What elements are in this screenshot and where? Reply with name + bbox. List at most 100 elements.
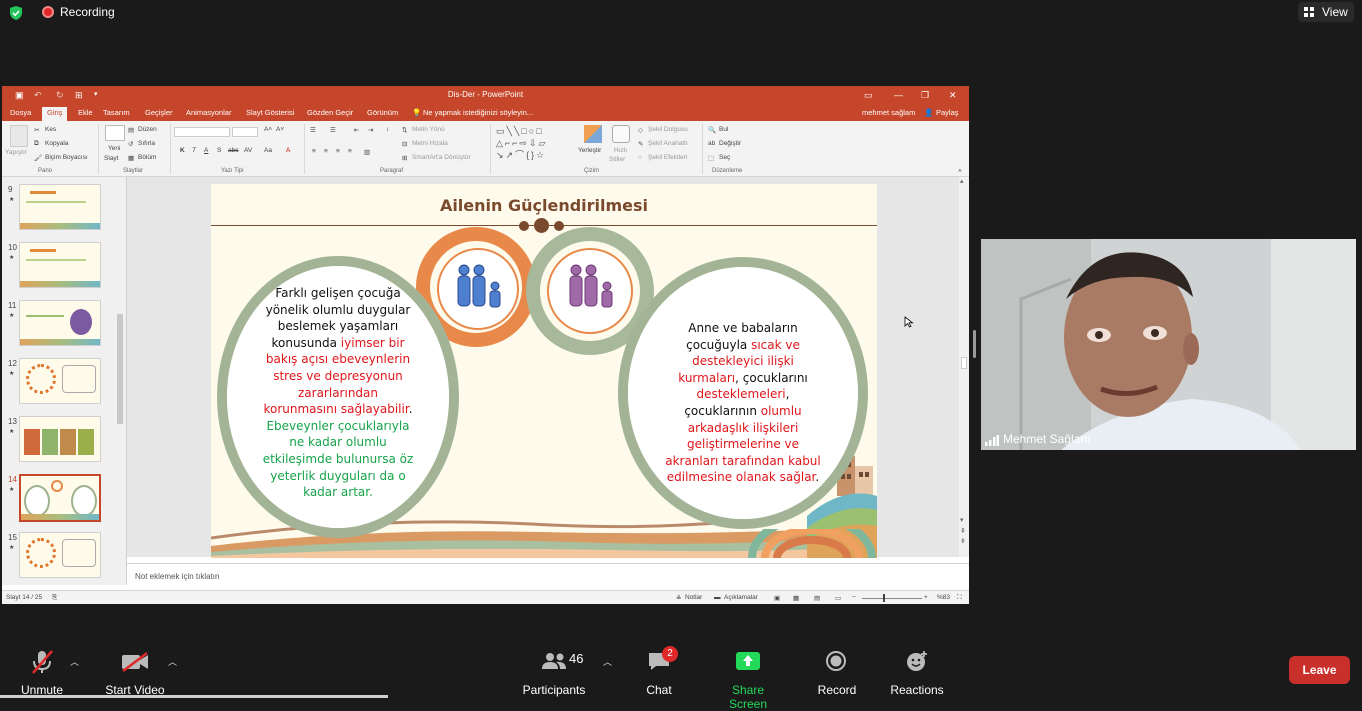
align-text-button[interactable]: Metni Hizala bbox=[412, 140, 448, 147]
tab-gozden-gecir[interactable]: Gözden Geçir bbox=[307, 108, 353, 117]
line-spacing-icon[interactable]: ↕ bbox=[386, 126, 389, 133]
video-options-caret-icon[interactable]: ︿ bbox=[168, 655, 177, 668]
stopped-video-icon[interactable] bbox=[121, 652, 149, 672]
tab-ekle[interactable]: Ekle bbox=[78, 108, 93, 117]
notes-pane[interactable]: Not eklemek için tıklatın bbox=[127, 563, 969, 587]
view-button[interactable]: View bbox=[1298, 2, 1354, 22]
participant-video[interactable] bbox=[981, 239, 1356, 450]
new-slide-label-1[interactable]: Yeni bbox=[108, 145, 120, 152]
reset-button[interactable]: Sıfırla bbox=[138, 140, 155, 147]
participants-button[interactable]: Participants bbox=[522, 683, 586, 697]
tab-giris[interactable]: Giriş bbox=[42, 107, 68, 121]
shield-icon[interactable] bbox=[8, 5, 24, 21]
font-color-button[interactable]: A bbox=[286, 147, 290, 154]
slide-thumbnail-11[interactable] bbox=[19, 300, 101, 346]
char-spacing-button[interactable]: AV bbox=[244, 147, 252, 154]
shrink-font-icon[interactable]: A˅ bbox=[276, 126, 284, 133]
scroll-down-icon[interactable]: ▾ bbox=[960, 516, 964, 524]
new-slide-icon[interactable] bbox=[105, 125, 125, 141]
collapse-ribbon-icon[interactable]: ˄ bbox=[958, 168, 962, 175]
slide-thumbnail-12[interactable] bbox=[19, 358, 101, 404]
slide-sorter-icon[interactable]: ▦ bbox=[793, 594, 799, 602]
record-button[interactable]: Record bbox=[817, 683, 857, 697]
slide-thumbnail-14-selected[interactable] bbox=[19, 474, 101, 522]
font-name-input[interactable] bbox=[174, 127, 230, 137]
shadow-button[interactable]: S bbox=[217, 147, 221, 154]
slide-vertical-scrollbar[interactable]: ▴ ▾ ⇞ ⇟ bbox=[959, 177, 969, 557]
panel-resize-handle[interactable] bbox=[973, 330, 976, 358]
share-screen-button[interactable]: Share Screen bbox=[712, 683, 784, 711]
current-slide[interactable]: Ailenin Güçlendirilmesi Farklı gelişen ç… bbox=[211, 184, 877, 558]
align-right-icon[interactable]: ≡ bbox=[336, 148, 340, 155]
columns-icon[interactable]: ▥ bbox=[364, 148, 370, 156]
reactions-button[interactable]: Reactions bbox=[890, 683, 944, 697]
thumbnail-scroll-thumb[interactable] bbox=[117, 314, 123, 424]
format-painter-button[interactable]: Biçim Boyacısı bbox=[45, 154, 88, 161]
share-screen-icon[interactable] bbox=[736, 652, 760, 670]
leave-button[interactable]: Leave bbox=[1289, 656, 1350, 684]
previous-slide-icon[interactable]: ⇞ bbox=[960, 527, 966, 535]
shape-effects-button[interactable]: Şekil Efektleri bbox=[648, 154, 687, 161]
tab-gorunum[interactable]: Görünüm bbox=[367, 108, 398, 117]
tab-slayt-gosterisi[interactable]: Slayt Gösterisi bbox=[246, 108, 294, 117]
smartart-button[interactable]: SmartArt'a Dönüştür bbox=[412, 154, 471, 161]
share-button[interactable]: Paylaş bbox=[936, 108, 959, 117]
layout-button[interactable]: Düzen bbox=[138, 126, 157, 133]
bold-button[interactable]: K bbox=[180, 147, 185, 154]
shapes-gallery[interactable]: ▭╲╲□○□ △⌐⌐⇨⇩▱ ↘↗⌒{}☆ bbox=[496, 125, 570, 161]
copy-button[interactable]: Kopyala bbox=[45, 140, 69, 147]
zoom-level[interactable]: %83 bbox=[937, 594, 950, 601]
zoom-out-icon[interactable]: − bbox=[852, 594, 856, 601]
strikethrough-button[interactable]: abc bbox=[228, 147, 238, 154]
grow-font-icon[interactable]: A˄ bbox=[264, 126, 272, 133]
audio-options-caret-icon[interactable]: ︿ bbox=[70, 655, 79, 668]
slide-scroll-thumb[interactable] bbox=[961, 357, 967, 369]
right-bubble-text[interactable]: Anne ve babaların çocuğuyla sıcak ve des… bbox=[653, 320, 833, 486]
slide-thumbnail-9[interactable] bbox=[19, 184, 101, 230]
paste-button[interactable]: Yapıştır bbox=[5, 149, 27, 156]
change-case-button[interactable]: Aa bbox=[264, 147, 272, 154]
ppt-user-name[interactable]: mehmet sağlam bbox=[862, 108, 915, 117]
align-left-icon[interactable]: ≡ bbox=[312, 148, 316, 155]
left-bubble-text[interactable]: Farklı gelişen çocuğa yönelik olumlu duy… bbox=[251, 285, 425, 501]
slide-title[interactable]: Ailenin Güçlendirilmesi bbox=[211, 196, 877, 215]
fit-to-window-icon[interactable]: ⛶ bbox=[957, 594, 962, 602]
underline-button[interactable]: A bbox=[204, 147, 208, 154]
zoom-in-icon[interactable]: + bbox=[924, 594, 928, 601]
comments-toggle[interactable]: Açıklamalar bbox=[724, 594, 758, 601]
arrange-icon[interactable] bbox=[584, 125, 602, 143]
italic-button[interactable]: T bbox=[192, 147, 196, 154]
recording-label[interactable]: Recording bbox=[60, 5, 115, 19]
normal-view-icon[interactable]: ▣ bbox=[774, 594, 780, 602]
arrange-button[interactable]: Yerleştir bbox=[578, 147, 601, 154]
align-center-icon[interactable]: ≡ bbox=[324, 148, 328, 155]
next-slide-icon[interactable]: ⇟ bbox=[960, 537, 966, 545]
slideshow-view-icon[interactable]: ▭ bbox=[835, 594, 841, 602]
reactions-icon[interactable] bbox=[906, 650, 928, 672]
notes-placeholder[interactable]: Not eklemek için tıklatın bbox=[135, 572, 219, 581]
quick-styles-icon[interactable] bbox=[612, 125, 630, 143]
numbering-icon[interactable]: ☰ bbox=[330, 126, 336, 134]
chat-button[interactable]: Chat bbox=[645, 683, 673, 697]
text-direction-button[interactable]: Metin Yönü bbox=[412, 126, 445, 133]
zoom-slider-thumb[interactable] bbox=[883, 594, 885, 602]
minimize-icon[interactable]: — bbox=[894, 90, 903, 100]
muted-microphone-icon[interactable] bbox=[30, 649, 54, 675]
quick-styles-label-1[interactable]: Hızlı bbox=[614, 147, 627, 154]
participants-icon[interactable] bbox=[541, 652, 567, 670]
spellcheck-icon[interactable]: ⎘ bbox=[52, 594, 57, 602]
replace-button[interactable]: Değiştir bbox=[719, 140, 741, 147]
reading-view-icon[interactable]: ▤ bbox=[814, 594, 820, 602]
justify-icon[interactable]: ≡ bbox=[348, 148, 352, 155]
thumbnail-scrollbar[interactable] bbox=[116, 182, 124, 482]
font-size-input[interactable] bbox=[232, 127, 258, 137]
slide-thumbnail-15[interactable] bbox=[19, 532, 101, 578]
shape-outline-button[interactable]: Şekil Anahattı bbox=[648, 140, 688, 147]
tell-me-input[interactable]: Ne yapmak istediğinizi söyleyin... bbox=[423, 108, 533, 117]
cut-button[interactable]: Kes bbox=[45, 126, 56, 133]
select-button[interactable]: Seç bbox=[719, 154, 730, 161]
section-button[interactable]: Bölüm bbox=[138, 154, 156, 161]
shape-fill-button[interactable]: Şekil Dolgusu bbox=[648, 126, 688, 133]
quick-styles-label-2[interactable]: Stiller bbox=[609, 156, 625, 163]
paste-icon[interactable] bbox=[10, 125, 28, 147]
